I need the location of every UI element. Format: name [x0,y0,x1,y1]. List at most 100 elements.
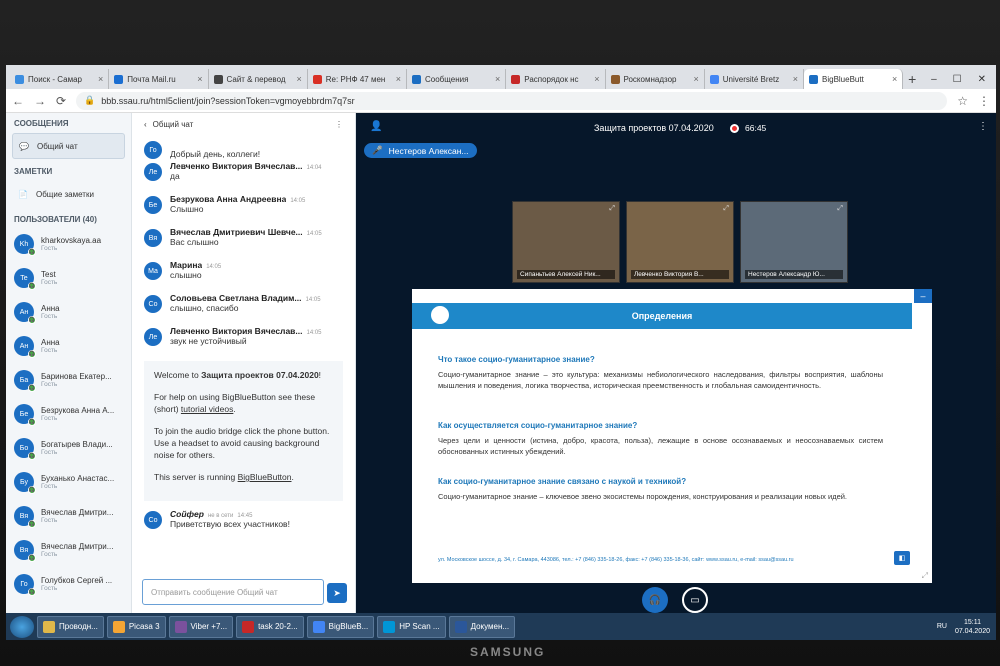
avatar: Вя 🎧 [14,540,36,562]
minimize-icon[interactable]: – [931,74,937,85]
user-list-item[interactable]: Ан 🎧 Анна Гость [6,329,131,363]
slide-answer-1: Социо-гуманитарное знание – это культура… [438,370,883,390]
reload-icon[interactable]: ⟳ [56,94,66,108]
browser-tab[interactable]: Re: РНФ 47 мен × [307,69,407,89]
taskbar-item[interactable]: task 20-2... [236,615,304,638]
taskbar-item[interactable]: Проводн... [37,615,104,638]
browser-tab[interactable]: BigBlueButt × [804,69,904,89]
shared-notes-button[interactable]: 📄 Общие заметки [12,181,125,207]
tab-favicon-icon [511,74,521,84]
taskbar-label: BigBlueB... [328,622,369,631]
slide-sound-icon[interactable]: ◧ [894,551,910,565]
user-list-item[interactable]: Ан 🎧 Анна Гость [6,295,131,329]
user-list-item[interactable]: Te 🎧 Test Гость [6,261,131,295]
chat-input[interactable]: Отправить сообщение Общий чат [142,579,324,605]
browser-tab[interactable]: Роскомнадзор × [605,69,705,89]
app-icon [454,620,467,633]
maximize-icon[interactable]: ☐ [953,74,962,85]
tutorial-videos-link[interactable]: tutorial videos [181,404,233,414]
menu-dots-icon[interactable]: ⋮ [978,94,990,108]
user-role: Гость [41,415,58,422]
tab-close-icon[interactable]: × [594,74,599,84]
browser-tab[interactable]: Université Bretz × [704,69,804,89]
user-list-item[interactable]: Бе 🎧 Безрукова Анна А... Гость [6,397,131,431]
taskbar-item[interactable]: Докумен... [448,615,516,638]
fullscreen-icon[interactable]: ⤢ [723,205,729,213]
action-bar: 🎧 ▭ [642,587,708,613]
tab-close-icon[interactable]: × [197,74,202,84]
forward-icon[interactable]: → [34,94,46,108]
audio-status-icon: 🎧 [28,452,36,460]
user-list-item[interactable]: Kh 🎧 kharkovskaya.aa Гость [6,227,131,261]
start-button[interactable] [10,615,34,638]
close-icon[interactable]: ✕ [978,74,986,85]
user-list-item[interactable]: Бо 🎧 Богатырев Влади... Гость [6,431,131,465]
new-tab-button[interactable]: + [903,69,921,89]
back-icon[interactable]: ← [12,94,24,108]
taskbar-item[interactable]: BigBlueB... [306,615,375,638]
browser-tab[interactable]: Распорядок нс × [506,69,606,89]
tab-close-icon[interactable]: × [296,74,301,84]
public-chat-label: Общий чат [36,141,78,151]
tab-close-icon[interactable]: × [396,74,401,84]
tab-label: Распорядок нс [524,74,579,84]
url-field[interactable]: 🔒 bbb.ssau.ru/html5client/join?sessionTo… [76,91,948,110]
bigbluebutton-link[interactable]: BigBlueButton [238,472,292,482]
avatar: Ма [144,262,162,280]
message-author: Вячеслав Дмитриевич Шевче... [170,227,303,237]
tab-close-icon[interactable]: × [892,74,897,84]
share-screen-button[interactable]: ▭ [682,587,708,613]
fullscreen-icon[interactable]: ⤢ [922,571,928,581]
language-indicator[interactable]: RU [937,623,947,630]
microphone-icon: 🎤 [372,145,383,155]
chevron-left-icon[interactable]: ‹ [144,120,147,129]
tab-close-icon[interactable]: × [693,74,698,84]
taskbar-item[interactable]: HP Scan ... [377,615,446,638]
screen: Поиск - Самар × Почта Mail.ru × Сайт & перев… [6,65,996,640]
clock[interactable]: 15:11 07.04.2020 [955,618,990,636]
user-role: Гость [41,517,58,524]
message-text: Вас слышно [170,237,219,247]
minimize-presentation-button[interactable]: – [914,289,932,303]
message-author: Марина [170,260,203,270]
presentation-area: 👤 Защита проектов 07.04.2020 66:45 ⋮ 🎤 Н… [356,113,996,613]
webcam-strip: ⤢ Сипаньтьев Алексей Ник... ⤢ Левченко Викт… [512,201,848,283]
avatar: Ле [144,328,162,346]
user-list-item[interactable]: Вя 🎧 Вячеслав Дмитри... Гость [6,533,131,567]
user-list-item[interactable]: Го 🎧 Голубков Сергей ... Гость [6,567,131,601]
clock-time: 15:11 [963,618,981,626]
meeting-title: Защита проектов 07.04.2020 [594,123,714,133]
windows-taskbar: Проводн... Picasa 3 Viber +7... task 20-2..… [6,613,996,640]
public-chat-button[interactable]: 💬 Общий чат [12,133,125,159]
user-list-item[interactable]: Ба 🎧 Баринова Екатер... Гость [6,363,131,397]
chat-options-icon[interactable]: ⋮ [335,120,343,129]
avatar: Вя [144,229,162,247]
chat-message: Бе Безрукова Анна Андреевна 14:05 Слышно [132,192,355,225]
user-list-item[interactable]: Бу 🎧 Буханько Анастас... Гость [6,465,131,499]
send-button[interactable]: ➤ [327,583,347,603]
webcam-video[interactable]: ⤢ Левченко Виктория В... [626,201,734,283]
browser-tab[interactable]: Почта Mail.ru × [109,69,209,89]
bookmark-star-icon[interactable]: ☆ [957,94,968,108]
webcam-video[interactable]: ⤢ Нестеров Александр Ю... [740,201,848,283]
chat-message: Ма Марина 14:05 слышно [132,258,355,291]
browser-tab[interactable]: Сайт & перевод × [208,69,308,89]
fullscreen-icon[interactable]: ⤢ [609,205,615,213]
recording-indicator[interactable]: 66:45 [730,123,766,133]
taskbar-item[interactable]: Viber +7... [168,615,234,638]
user-icon[interactable]: 👤 [370,121,382,132]
user-list-item[interactable]: Вя 🎧 Вячеслав Дмитри... Гость [6,499,131,533]
browser-tab[interactable]: Сообщения × [407,69,507,89]
options-icon[interactable]: ⋮ [978,121,988,132]
browser-tab[interactable]: Поиск - Самар × [10,69,110,89]
tab-close-icon[interactable]: × [98,74,103,84]
tab-close-icon[interactable]: × [793,74,798,84]
taskbar-item[interactable]: Picasa 3 [106,615,166,638]
tab-close-icon[interactable]: × [495,74,500,84]
webcam-video[interactable]: ⤢ Сипаньтьев Алексей Ник... [512,201,620,283]
messages-section-title: СООБЩЕНИЯ [14,119,69,128]
audio-headset-button[interactable]: 🎧 [642,587,668,613]
send-icon: ➤ [333,587,341,598]
fullscreen-icon[interactable]: ⤢ [837,205,843,213]
chat-message: Ле Левченко Виктория Вячеслав... 14:05 звук… [132,324,355,357]
